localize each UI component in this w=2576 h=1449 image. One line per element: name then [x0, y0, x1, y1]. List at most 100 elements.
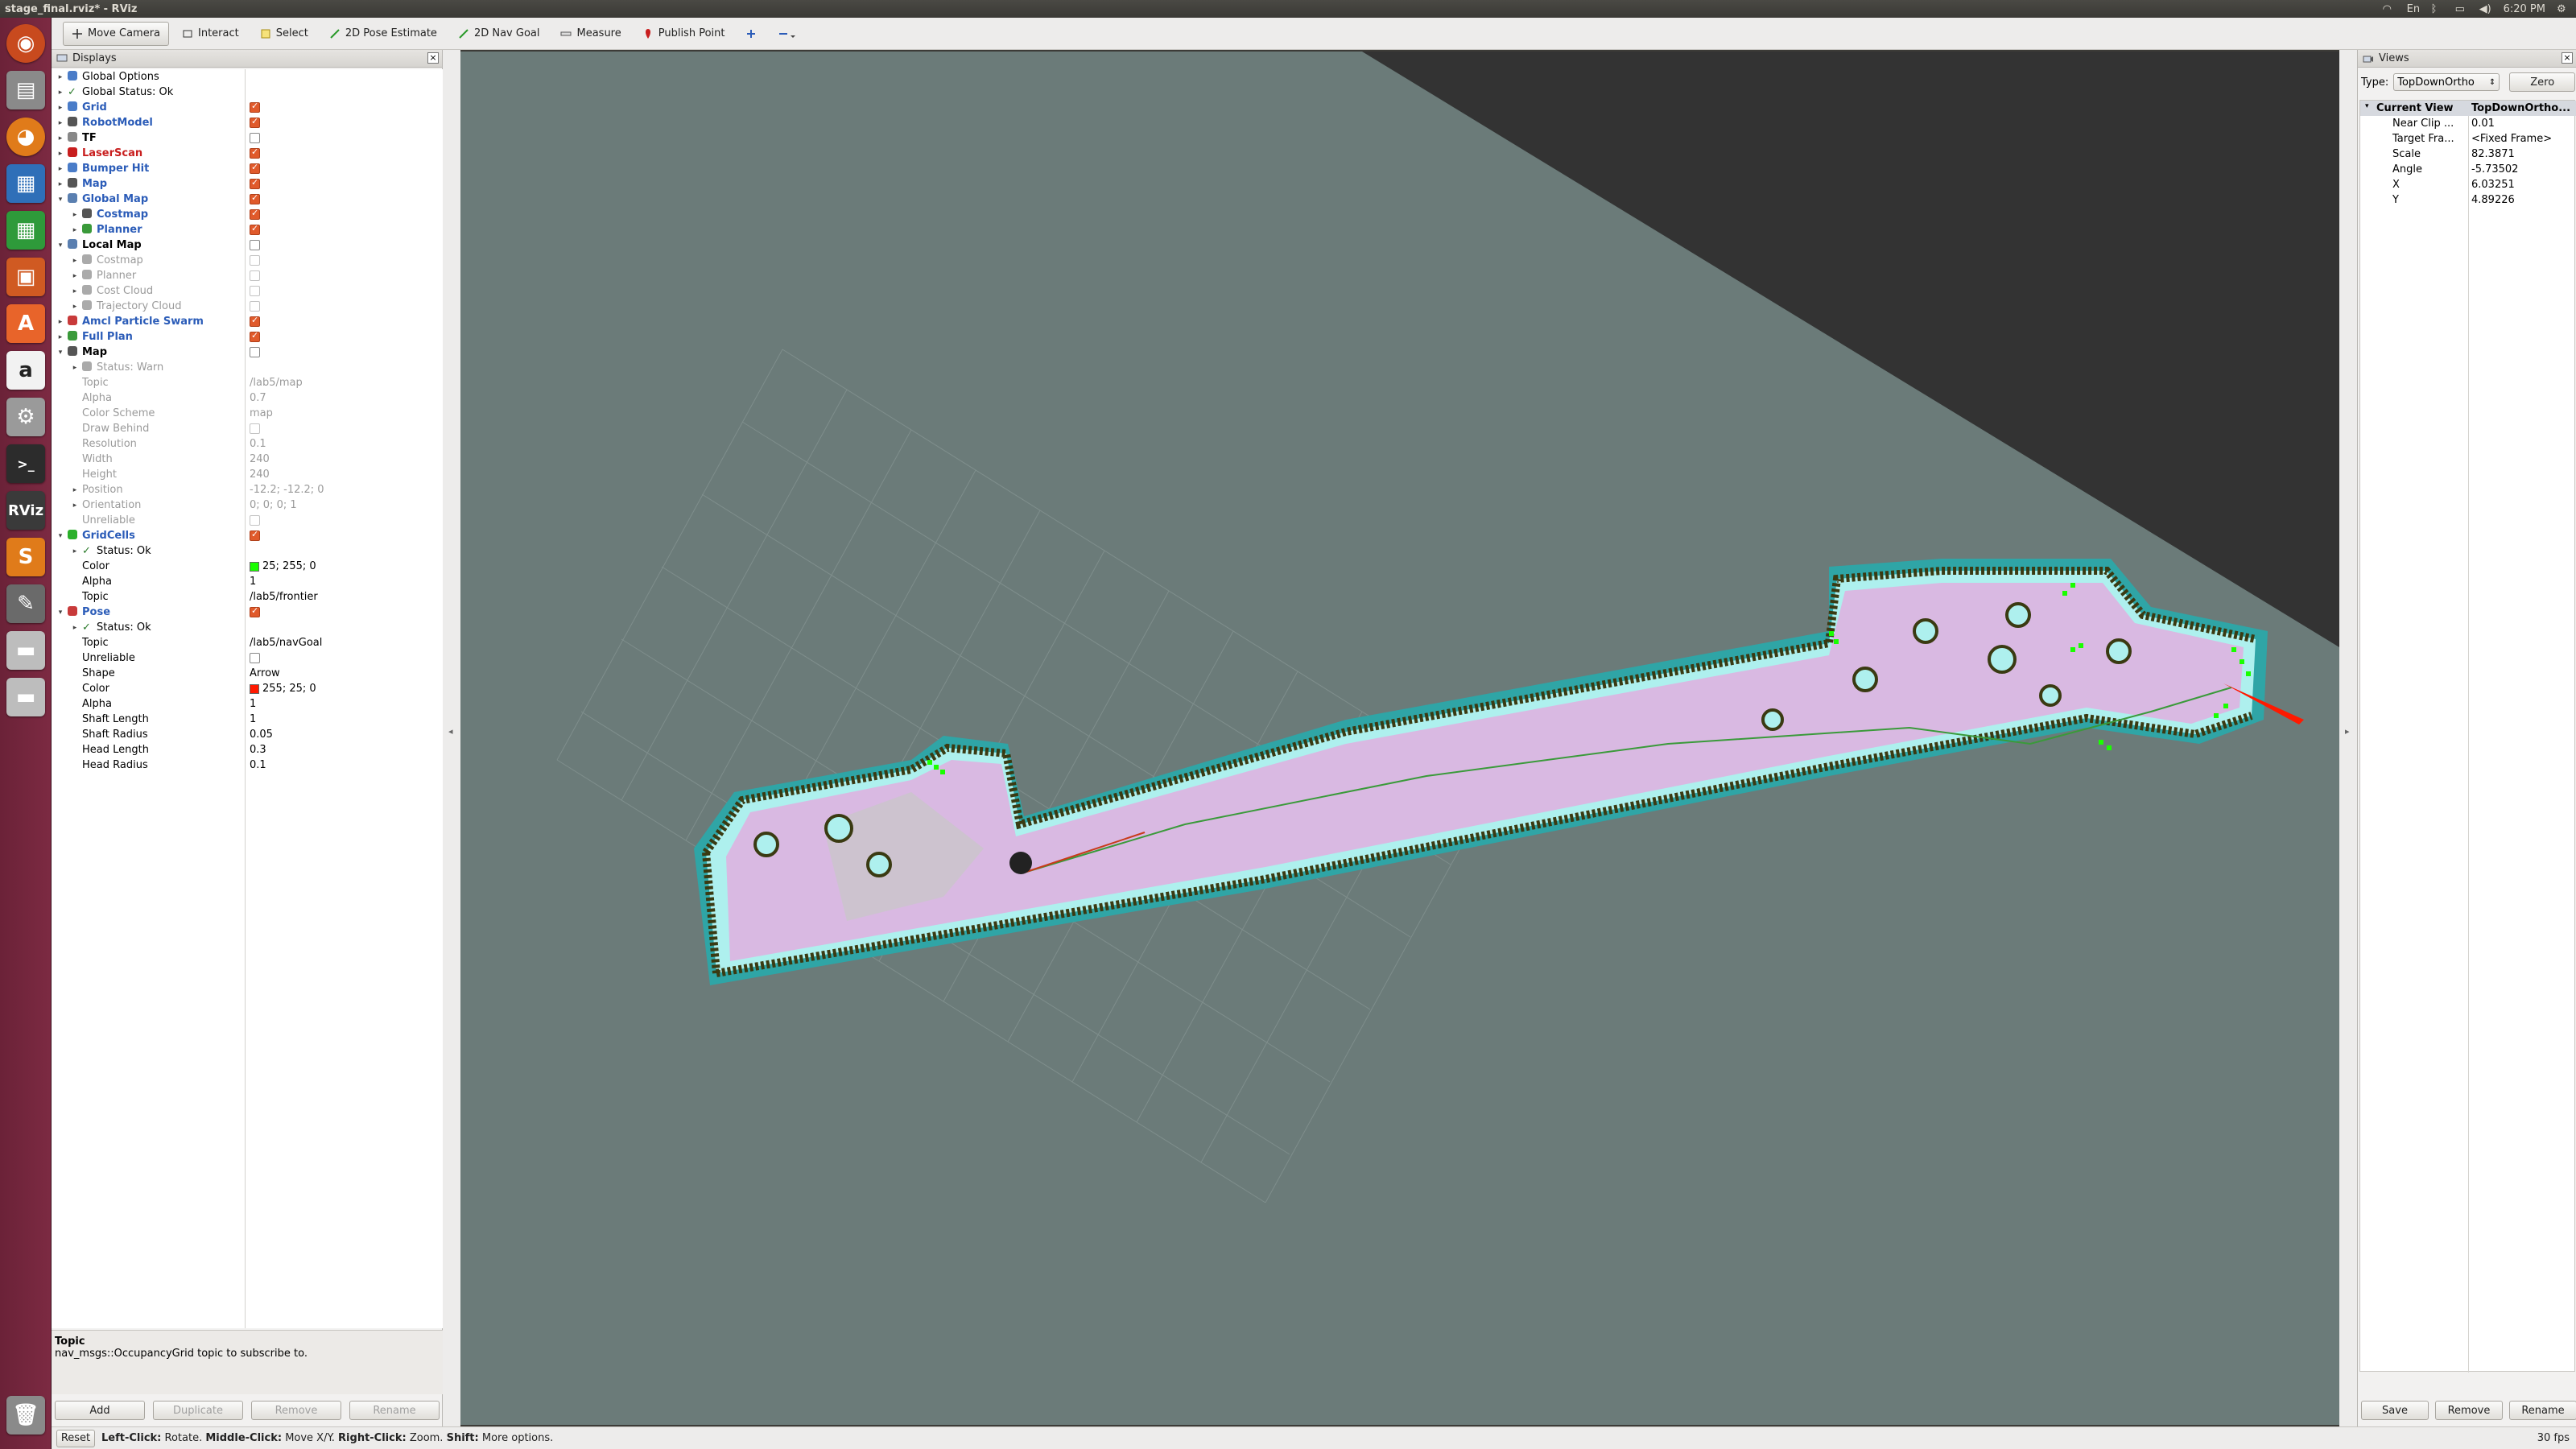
rename-button[interactable]: Rename	[349, 1401, 440, 1420]
display-row[interactable]: Head Radius 0.1	[52, 758, 443, 773]
writer-icon[interactable]: ▦	[6, 164, 45, 203]
display-row[interactable]: Height 240	[52, 467, 443, 482]
property-value[interactable]: 0.7	[250, 392, 266, 404]
close-icon[interactable]: ×	[427, 52, 439, 64]
view-property-value[interactable]: 82.3871	[2471, 148, 2515, 160]
zero-button[interactable]: Zero	[2509, 72, 2576, 92]
enable-checkbox[interactable]	[250, 515, 260, 526]
property-value[interactable]: 0.3	[250, 744, 266, 756]
volume-icon[interactable]: ◀)	[2479, 3, 2492, 15]
property-value[interactable]: /lab5/frontier	[250, 591, 318, 603]
property-value[interactable]: 0.1	[250, 759, 266, 771]
publish-point-tool[interactable]: Publish Point	[634, 22, 733, 46]
view-property-row[interactable]: Y 4.89226	[2360, 192, 2576, 208]
rviz-icon[interactable]: RViz	[6, 491, 45, 530]
display-row[interactable]: ▸ Costmap	[52, 207, 443, 222]
amazon-icon[interactable]: a	[6, 351, 45, 390]
enable-checkbox[interactable]	[250, 347, 260, 357]
display-row[interactable]: Resolution 0.1	[52, 436, 443, 452]
display-row[interactable]: Draw Behind	[52, 421, 443, 436]
pose-estimate-tool[interactable]: 2D Pose Estimate	[321, 22, 445, 46]
display-row[interactable]: ▸ ✓ Status: Ok	[52, 620, 443, 635]
chevron-right-icon[interactable]: ▸	[56, 180, 64, 188]
view-property-value[interactable]: 0.01	[2471, 118, 2495, 130]
sublime-icon[interactable]: S	[6, 538, 45, 576]
chevron-right-icon[interactable]: ▸	[56, 333, 64, 341]
views-tree[interactable]: ▾ Current View TopDownOrtho... Near Clip…	[2359, 100, 2576, 1373]
property-value[interactable]: 240	[250, 469, 270, 481]
drive-icon-2[interactable]: ▬	[6, 678, 45, 716]
display-row[interactable]: Alpha 1	[52, 696, 443, 712]
view-property-value[interactable]: <Fixed Frame>	[2471, 133, 2552, 145]
enable-checkbox[interactable]	[250, 315, 260, 327]
display-row[interactable]: Color 25; 255; 0	[52, 559, 443, 574]
display-row[interactable]: ▸ Global Options	[52, 69, 443, 85]
enable-checkbox[interactable]	[250, 255, 260, 266]
text-editor-icon[interactable]: ✎	[6, 584, 45, 623]
enable-checkbox[interactable]	[250, 177, 260, 189]
chevron-right-icon[interactable]: ▸	[71, 257, 79, 265]
view-type-select[interactable]: TopDownOrtho ⇕	[2393, 73, 2500, 91]
display-row[interactable]: ▾ Pose	[52, 605, 443, 620]
display-row[interactable]: ▸ Status: Warn	[52, 360, 443, 375]
display-row[interactable]: ▸ Planner	[52, 268, 443, 283]
chevron-down-icon[interactable]: ▾	[56, 196, 64, 204]
property-value[interactable]: 240	[250, 453, 270, 465]
display-row[interactable]: ▾ Local Map	[52, 237, 443, 253]
dash-icon[interactable]: ◉	[6, 24, 45, 63]
enable-checkbox[interactable]	[250, 240, 260, 250]
display-row[interactable]: ▾ Map	[52, 345, 443, 360]
displays-tree[interactable]: ▸Global Options▸✓Global Status: Ok▸Grid▸…	[52, 69, 443, 1328]
chevron-right-icon[interactable]: ▸	[71, 303, 79, 311]
display-row[interactable]: Topic/lab5/navGoal	[52, 635, 443, 650]
remove-button[interactable]: Remove	[251, 1401, 341, 1420]
property-value[interactable]: 1	[250, 576, 256, 588]
view-property-row[interactable]: Target Fra... <Fixed Frame>	[2360, 131, 2576, 147]
firefox-icon[interactable]: ◕	[6, 118, 45, 156]
enable-checkbox[interactable]	[250, 133, 260, 143]
display-row[interactable]: Shape Arrow	[52, 666, 443, 681]
remove-view-button[interactable]: Remove	[2435, 1401, 2503, 1420]
chevron-right-icon[interactable]: ▸	[71, 211, 79, 219]
display-row[interactable]: Topic/lab5/frontier	[52, 589, 443, 605]
terminal-icon[interactable]: >_	[6, 444, 45, 483]
close-icon[interactable]: ×	[2562, 52, 2573, 64]
view-property-row[interactable]: Angle -5.73502	[2360, 162, 2576, 177]
property-value[interactable]: /lab5/navGoal	[250, 637, 322, 649]
trash-icon[interactable]: 🗑	[6, 1396, 45, 1435]
property-value[interactable]: /lab5/map	[250, 377, 303, 389]
settings-icon[interactable]: ⚙	[6, 398, 45, 436]
property-value[interactable]: -12.2; -12.2; 0	[250, 484, 324, 496]
property-value[interactable]: 1	[250, 698, 256, 710]
add-tool-button[interactable]	[737, 22, 765, 46]
display-row[interactable]: Color 255; 25; 0	[52, 681, 443, 696]
chevron-right-icon[interactable]: ▸	[71, 272, 79, 280]
view-property-value[interactable]: 4.89226	[2471, 194, 2515, 206]
display-row[interactable]: ▸ Map	[52, 176, 443, 192]
property-value[interactable]: 0; 0; 0; 1	[250, 499, 297, 511]
property-value[interactable]: 1	[250, 713, 256, 725]
display-row[interactable]: Width 240	[52, 452, 443, 467]
display-row[interactable]: Topic/lab5/map	[52, 375, 443, 390]
chevron-down-icon[interactable]: ▾	[56, 349, 64, 357]
display-row[interactable]: ▸ Planner	[52, 222, 443, 237]
enable-checkbox[interactable]	[250, 223, 260, 235]
property-value[interactable]: 0.05	[250, 729, 273, 741]
chevron-right-icon[interactable]: ▸	[71, 364, 79, 372]
chevron-down-icon[interactable]: ▾	[56, 242, 64, 250]
chevron-down-icon[interactable]: ▾	[56, 609, 64, 617]
property-value[interactable]: Arrow	[250, 667, 280, 679]
chevron-right-icon[interactable]: ▸	[56, 150, 64, 158]
display-row[interactable]: ▸ Grid	[52, 100, 443, 115]
view-property-value[interactable]: -5.73502	[2471, 163, 2518, 175]
impress-icon[interactable]: ▣	[6, 258, 45, 296]
display-row[interactable]: ▸ RobotModel	[52, 115, 443, 130]
display-row[interactable]: ▸ Orientation 0; 0; 0; 1	[52, 497, 443, 513]
display-row[interactable]: Alpha 1	[52, 574, 443, 589]
enable-checkbox[interactable]	[250, 147, 260, 159]
enable-checkbox[interactable]	[250, 301, 260, 312]
enable-checkbox[interactable]	[250, 330, 260, 342]
display-row[interactable]: ▸ Cost Cloud	[52, 283, 443, 299]
chevron-right-icon[interactable]: ▸	[71, 547, 79, 555]
chevron-right-icon[interactable]: ▸	[56, 134, 64, 142]
